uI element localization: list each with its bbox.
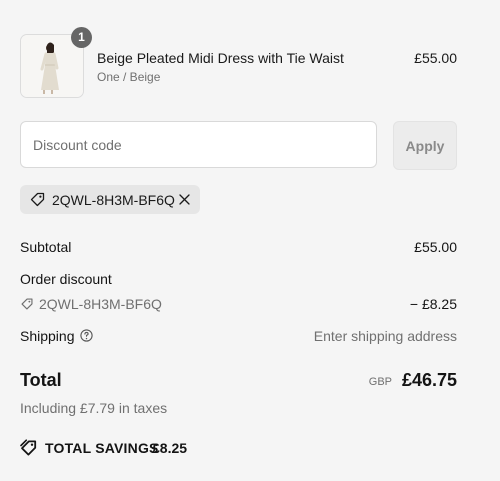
currency-code: GBP (368, 376, 392, 388)
savings-value: £8.25 (152, 440, 188, 456)
shipping-value: Enter shipping address (313, 328, 457, 344)
order-discount-code-line: 2QWL-8H3M-BF6Q (20, 296, 220, 314)
applied-discount-code: 2QWL-8H3M-BF6Q (52, 192, 175, 208)
discount-code-input[interactable] (20, 121, 377, 168)
close-icon[interactable] (177, 192, 192, 207)
total-label: Total (20, 370, 62, 390)
total-savings: TOTAL SAVINGS £8.25 (20, 438, 220, 458)
tag-icon (21, 298, 33, 310)
order-summary: 1 Beige Pleated Midi Dress with Tie Wais… (20, 0, 457, 481)
applied-discount-chip: 2QWL-8H3M-BF6Q (20, 185, 200, 214)
order-discount-label: Order discount (20, 271, 112, 287)
subtotal-label: Subtotal (20, 239, 72, 255)
shipping-row-label: Shipping (20, 328, 110, 346)
subtotal-value: £55.00 (414, 239, 457, 255)
apply-discount-button[interactable]: Apply (393, 121, 457, 170)
line-item: 1 Beige Pleated Midi Dress with Tie Wais… (20, 27, 457, 98)
tag-icon (30, 192, 45, 207)
total-value: £46.75 (401, 370, 457, 390)
savings-label: TOTAL SAVINGS (45, 440, 159, 456)
shipping-label: Shipping (20, 328, 75, 344)
order-discount-code: 2QWL-8H3M-BF6Q (39, 296, 162, 312)
quantity-badge: 1 (71, 27, 92, 48)
order-discount-value: − £8.25 (409, 296, 457, 312)
product-price: £55.00 (414, 50, 457, 66)
product-name: Beige Pleated Midi Dress with Tie Waist (97, 50, 344, 66)
savings-tag-icon (20, 439, 37, 456)
product-thumbnail: 1 (20, 27, 92, 98)
help-icon[interactable] (80, 329, 93, 342)
taxes-note: Including £7.79 in taxes (20, 400, 168, 416)
product-variant: One / Beige (97, 70, 161, 84)
